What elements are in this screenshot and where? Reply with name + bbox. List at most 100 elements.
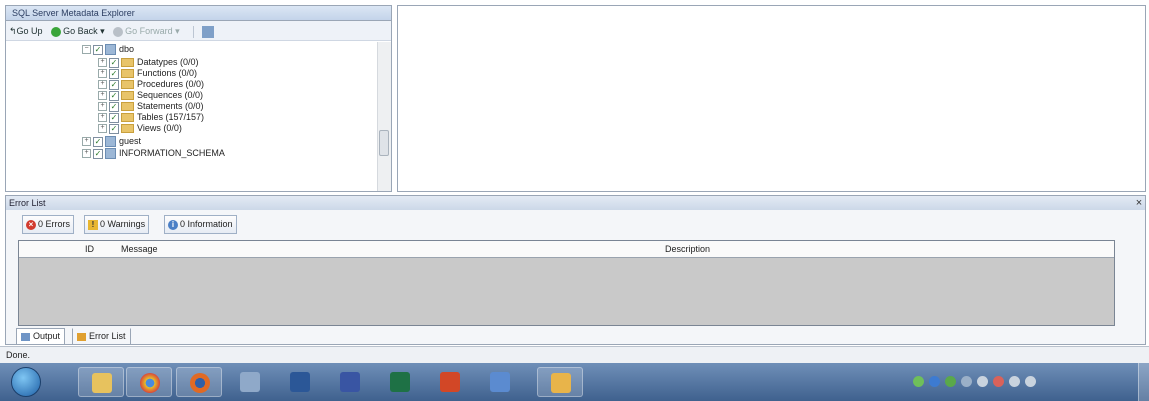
go-back-button[interactable]: Go Back ▾ xyxy=(51,21,105,41)
error-list-icon xyxy=(77,332,86,341)
taskbar-firefox[interactable] xyxy=(176,367,222,397)
expand-icon[interactable]: + xyxy=(98,69,107,79)
checkbox-icon[interactable]: ✓ xyxy=(109,57,119,68)
visio-icon xyxy=(340,372,360,392)
show-desktop-button[interactable] xyxy=(1138,363,1149,401)
tree-node-views[interactable]: + ✓ Views (0/0) xyxy=(98,123,182,134)
powerpoint-icon xyxy=(440,372,460,392)
folder-icon xyxy=(121,58,134,68)
tray-icon[interactable] xyxy=(929,376,940,387)
folder-icon xyxy=(92,373,112,393)
checkbox-icon[interactable]: ✓ xyxy=(109,68,119,79)
tab-error-list[interactable]: Error List xyxy=(72,328,131,345)
information-filter-button[interactable]: i0 Information xyxy=(164,215,237,234)
schema-icon xyxy=(105,44,116,56)
warnings-filter-button[interactable]: ! 0 Warnings xyxy=(84,215,150,234)
checkbox-icon[interactable]: ✓ xyxy=(109,112,119,123)
error-grid[interactable]: ID Message Description xyxy=(18,240,1115,326)
taskbar-app[interactable] xyxy=(227,367,273,397)
checkbox-icon[interactable]: ✓ xyxy=(109,79,119,90)
taskbar-excel[interactable] xyxy=(377,367,423,397)
tree-node-functions[interactable]: + ✓ Functions (0/0) xyxy=(98,68,197,79)
checkbox-icon[interactable]: ✓ xyxy=(93,136,103,147)
expand-icon[interactable]: + xyxy=(98,91,107,101)
tree-node-information-schema[interactable]: + ✓ INFORMATION_SCHEMA xyxy=(82,148,225,160)
taskbar-file-explorer[interactable] xyxy=(78,367,124,397)
error-list-panel: Error List × × 0 Errors ! 0 Warnings i0 In… xyxy=(5,195,1146,345)
folder-icon xyxy=(121,91,134,101)
explorer-title: SQL Server Metadata Explorer xyxy=(6,6,391,21)
column-header-id[interactable]: ID xyxy=(85,241,94,258)
taskbar-sql-migration-assistant[interactable] xyxy=(537,367,583,397)
checkbox-icon[interactable]: ✓ xyxy=(109,90,119,101)
word-icon xyxy=(290,372,310,392)
tray-icon[interactable] xyxy=(945,376,956,387)
checkbox-icon[interactable]: ✓ xyxy=(109,123,119,134)
expand-icon[interactable]: + xyxy=(82,137,91,147)
chrome-icon xyxy=(140,373,160,393)
taskbar-word[interactable] xyxy=(277,367,323,397)
tree-node-tables[interactable]: + ✓ Tables (157/157) xyxy=(98,112,204,123)
taskbar-powerpoint[interactable] xyxy=(427,367,473,397)
tray-icon[interactable] xyxy=(913,376,924,387)
tree-node-statements[interactable]: + ✓ Statements (0/0) xyxy=(98,101,204,112)
expand-icon[interactable]: + xyxy=(98,102,107,112)
folder-icon xyxy=(121,80,134,90)
expand-icon[interactable]: + xyxy=(82,149,91,159)
app-icon xyxy=(240,372,260,392)
expand-icon[interactable]: + xyxy=(98,80,107,90)
folder-icon xyxy=(121,113,134,123)
explorer-toolbar: ↰Go Up Go Back ▾ Go Forward ▾ xyxy=(6,21,391,41)
schema-icon xyxy=(105,136,116,148)
bottom-tab-strip: Output Error List xyxy=(16,327,316,345)
network-icon[interactable] xyxy=(977,376,988,387)
taskbar-chrome[interactable] xyxy=(126,367,172,397)
errors-filter-button[interactable]: × 0 Errors xyxy=(22,215,75,234)
go-up-button[interactable]: ↰Go Up xyxy=(9,21,43,41)
clock[interactable] xyxy=(1080,367,1128,397)
checkbox-icon[interactable]: ✓ xyxy=(109,101,119,112)
output-icon xyxy=(21,332,30,341)
firefox-icon xyxy=(190,373,210,393)
expand-icon[interactable]: + xyxy=(98,58,107,68)
warning-icon: ! xyxy=(88,219,98,230)
battery-icon[interactable] xyxy=(1009,376,1020,387)
error-icon: × xyxy=(26,219,36,230)
properties-icon[interactable] xyxy=(201,25,214,38)
error-grid-header: ID Message Description xyxy=(19,241,1114,258)
collapse-icon[interactable]: − xyxy=(82,45,91,55)
tree-scrollbar[interactable] xyxy=(377,42,391,191)
go-forward-button[interactable]: Go Forward ▾ xyxy=(113,21,180,41)
checkbox-icon[interactable]: ✓ xyxy=(93,44,103,55)
tree-node-sequences[interactable]: + ✓ Sequences (0/0) xyxy=(98,90,203,101)
folder-icon xyxy=(121,102,134,112)
expand-icon[interactable]: + xyxy=(98,113,107,123)
column-header-message[interactable]: Message xyxy=(121,241,158,258)
tree-node-dbo[interactable]: − ✓ dbo xyxy=(82,44,134,56)
folder-icon xyxy=(121,124,134,134)
tree-scrollbar-thumb[interactable] xyxy=(379,130,389,156)
go-up-icon: ↰ xyxy=(9,26,17,36)
checkbox-icon[interactable]: ✓ xyxy=(93,148,103,159)
document-area[interactable] xyxy=(397,5,1146,192)
volume-icon[interactable] xyxy=(1025,376,1036,387)
taskbar xyxy=(0,363,1149,401)
expand-icon[interactable]: + xyxy=(98,124,107,134)
taskbar-visio[interactable] xyxy=(327,367,373,397)
close-icon[interactable]: × xyxy=(1133,196,1145,210)
taskbar-app[interactable] xyxy=(477,367,523,397)
metadata-explorer-panel: SQL Server Metadata Explorer ↰Go Up Go B… xyxy=(5,5,392,192)
start-button-icon[interactable] xyxy=(11,367,41,397)
forward-arrow-icon xyxy=(113,26,124,37)
app-icon xyxy=(490,372,510,392)
back-arrow-icon xyxy=(51,26,62,37)
excel-icon xyxy=(390,372,410,392)
tray-icon[interactable] xyxy=(961,376,972,387)
column-header-description[interactable]: Description xyxy=(665,241,710,258)
tree-node-datatypes[interactable]: + ✓ Datatypes (0/0) xyxy=(98,57,199,68)
toolbar-separator xyxy=(193,25,195,38)
tree-node-guest[interactable]: + ✓ guest xyxy=(82,136,141,148)
flag-icon[interactable] xyxy=(993,376,1004,387)
tree-node-procedures[interactable]: + ✓ Procedures (0/0) xyxy=(98,79,204,90)
tab-output[interactable]: Output xyxy=(16,328,66,345)
